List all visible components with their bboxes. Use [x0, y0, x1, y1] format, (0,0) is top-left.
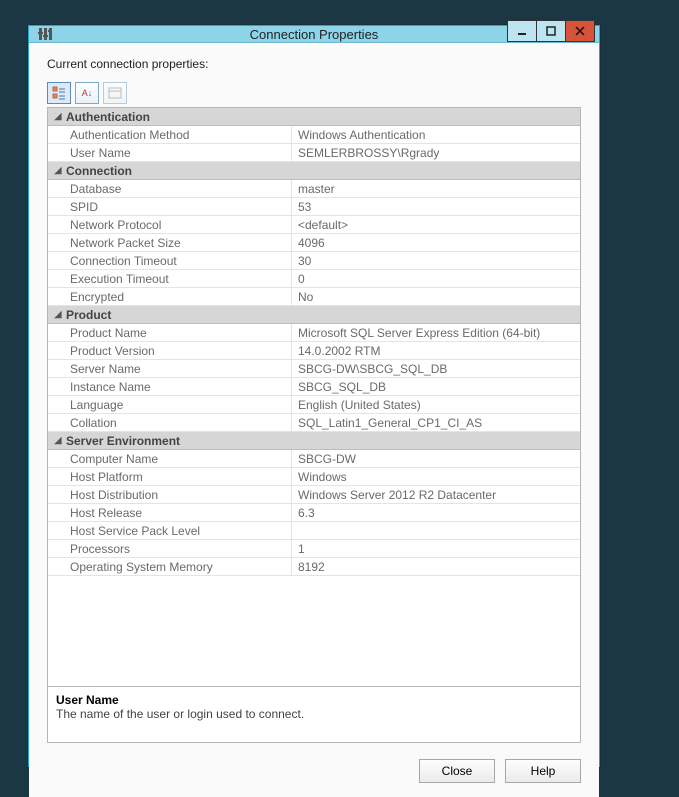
property-name: Computer Name: [48, 450, 292, 467]
property-name: Server Name: [48, 360, 292, 377]
property-name: Host Distribution: [48, 486, 292, 503]
property-row[interactable]: Processors1: [48, 540, 580, 558]
property-name: Host Release: [48, 504, 292, 521]
property-value: Windows: [292, 468, 580, 485]
property-value: <default>: [292, 216, 580, 233]
property-row[interactable]: Computer NameSBCG-DW: [48, 450, 580, 468]
collapse-icon[interactable]: ◢: [52, 111, 66, 122]
property-value: Microsoft SQL Server Express Edition (64…: [292, 324, 580, 341]
category-header[interactable]: ◢Connection: [48, 162, 580, 180]
maximize-button[interactable]: [536, 20, 566, 42]
property-name: Authentication Method: [48, 126, 292, 143]
property-name: SPID: [48, 198, 292, 215]
category-header[interactable]: ◢Product: [48, 306, 580, 324]
property-value: 1: [292, 540, 580, 557]
property-row[interactable]: User NameSEMLERBROSSY\Rgrady: [48, 144, 580, 162]
collapse-icon[interactable]: ◢: [52, 165, 66, 176]
categorized-button[interactable]: [47, 82, 71, 104]
property-name: Product Version: [48, 342, 292, 359]
property-value: Windows Authentication: [292, 126, 580, 143]
property-name: User Name: [48, 144, 292, 161]
minimize-button[interactable]: [507, 20, 537, 42]
property-grid[interactable]: ◢AuthenticationAuthentication MethodWind…: [47, 107, 581, 687]
property-name: Language: [48, 396, 292, 413]
property-row[interactable]: Authentication MethodWindows Authenticat…: [48, 126, 580, 144]
category-name: Authentication: [66, 110, 150, 124]
property-value: SBCG-DW: [292, 450, 580, 467]
property-name: Collation: [48, 414, 292, 431]
property-name: Database: [48, 180, 292, 197]
property-value: English (United States): [292, 396, 580, 413]
property-name: Connection Timeout: [48, 252, 292, 269]
properties-icon: [37, 26, 53, 42]
property-name: Host Service Pack Level: [48, 522, 292, 539]
close-button[interactable]: Close: [419, 759, 495, 783]
property-name: Operating System Memory: [48, 558, 292, 575]
property-value: No: [292, 288, 580, 305]
category-name: Product: [66, 308, 111, 322]
property-row[interactable]: Network Packet Size4096: [48, 234, 580, 252]
property-name: Host Platform: [48, 468, 292, 485]
property-row[interactable]: Host Service Pack Level: [48, 522, 580, 540]
property-row[interactable]: Connection Timeout30: [48, 252, 580, 270]
property-value: SEMLERBROSSY\Rgrady: [292, 144, 580, 161]
window-controls: [508, 20, 595, 42]
property-name: Product Name: [48, 324, 292, 341]
property-row[interactable]: Host Release6.3: [48, 504, 580, 522]
property-value: SQL_Latin1_General_CP1_CI_AS: [292, 414, 580, 431]
description-title: User Name: [56, 693, 572, 707]
property-value: [292, 522, 580, 539]
close-window-button[interactable]: [565, 20, 595, 42]
property-value: SBCG_SQL_DB: [292, 378, 580, 395]
category-name: Connection: [66, 164, 132, 178]
help-button[interactable]: Help: [505, 759, 581, 783]
property-value: 53: [292, 198, 580, 215]
property-row[interactable]: Product Version14.0.2002 RTM: [48, 342, 580, 360]
property-pages-button[interactable]: [103, 82, 127, 104]
property-row[interactable]: CollationSQL_Latin1_General_CP1_CI_AS: [48, 414, 580, 432]
property-row[interactable]: Host PlatformWindows: [48, 468, 580, 486]
property-name: Processors: [48, 540, 292, 557]
header-label: Current connection properties:: [47, 57, 581, 71]
category-header[interactable]: ◢Authentication: [48, 108, 580, 126]
category-name: Server Environment: [66, 434, 180, 448]
property-row[interactable]: Host DistributionWindows Server 2012 R2 …: [48, 486, 580, 504]
dialog-footer: Close Help: [47, 743, 581, 783]
property-value: 0: [292, 270, 580, 287]
property-value: 4096: [292, 234, 580, 251]
property-name: Execution Timeout: [48, 270, 292, 287]
collapse-icon[interactable]: ◢: [52, 309, 66, 320]
property-row[interactable]: Operating System Memory8192: [48, 558, 580, 576]
property-row[interactable]: LanguageEnglish (United States): [48, 396, 580, 414]
property-toolbar: A↓: [47, 81, 581, 105]
property-row[interactable]: Execution Timeout0: [48, 270, 580, 288]
property-value: 30: [292, 252, 580, 269]
category-header[interactable]: ◢Server Environment: [48, 432, 580, 450]
property-row[interactable]: Network Protocol<default>: [48, 216, 580, 234]
property-row[interactable]: Server NameSBCG-DW\SBCG_SQL_DB: [48, 360, 580, 378]
property-name: Encrypted: [48, 288, 292, 305]
alphabetical-button[interactable]: A↓: [75, 82, 99, 104]
property-row[interactable]: SPID53: [48, 198, 580, 216]
property-name: Instance Name: [48, 378, 292, 395]
property-value: 6.3: [292, 504, 580, 521]
property-value: Windows Server 2012 R2 Datacenter: [292, 486, 580, 503]
grid-empty-space: [48, 576, 580, 686]
property-value: 14.0.2002 RTM: [292, 342, 580, 359]
property-row[interactable]: Databasemaster: [48, 180, 580, 198]
property-name: Network Packet Size: [48, 234, 292, 251]
description-text: The name of the user or login used to co…: [56, 707, 572, 721]
property-name: Network Protocol: [48, 216, 292, 233]
property-value: master: [292, 180, 580, 197]
property-value: SBCG-DW\SBCG_SQL_DB: [292, 360, 580, 377]
dialog-body: Current connection properties: A↓ ◢Authe…: [29, 43, 599, 797]
description-panel: User Name The name of the user or login …: [47, 687, 581, 743]
property-row[interactable]: EncryptedNo: [48, 288, 580, 306]
collapse-icon[interactable]: ◢: [52, 435, 66, 446]
dialog-window: Connection Properties Current connection…: [28, 25, 600, 767]
property-row[interactable]: Instance NameSBCG_SQL_DB: [48, 378, 580, 396]
property-value: 8192: [292, 558, 580, 575]
property-row[interactable]: Product NameMicrosoft SQL Server Express…: [48, 324, 580, 342]
titlebar[interactable]: Connection Properties: [29, 26, 599, 43]
